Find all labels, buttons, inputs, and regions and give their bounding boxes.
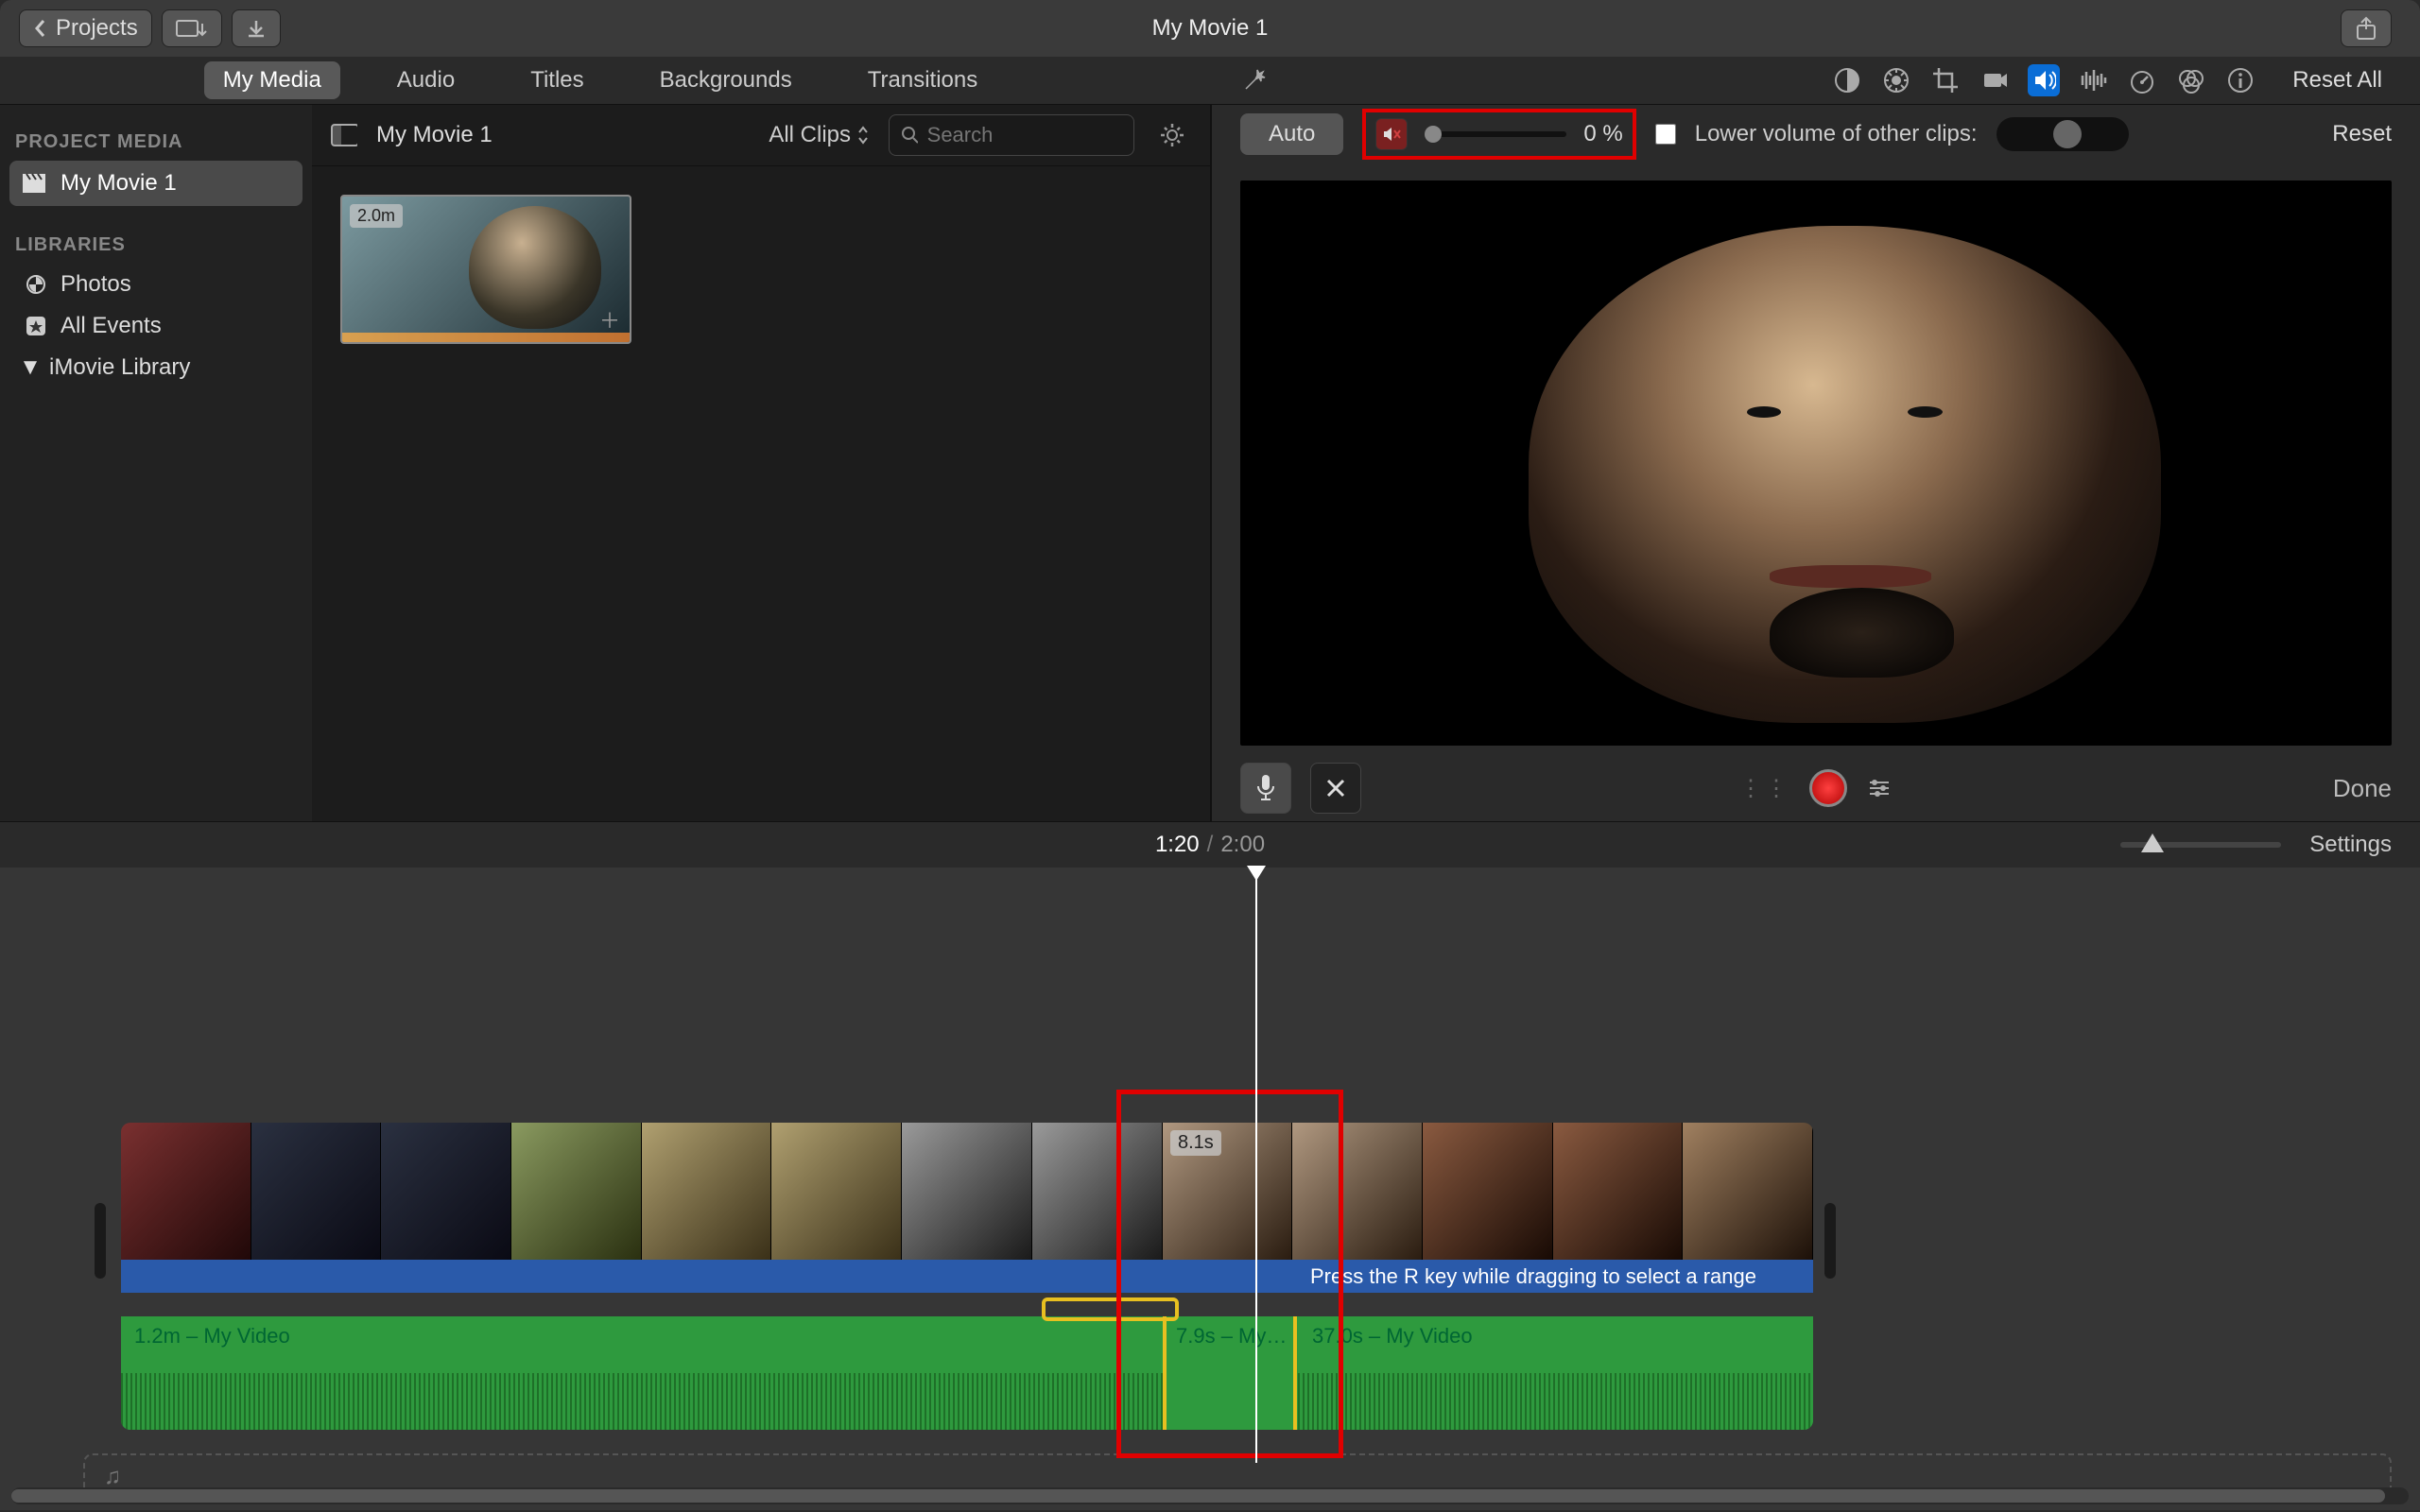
scrollbar-thumb[interactable] — [11, 1489, 2385, 1503]
all-events-label: All Events — [60, 313, 162, 339]
media-clip-thumbnail[interactable]: 2.0m ＋ — [340, 195, 631, 344]
noise-reduction-icon[interactable] — [2077, 64, 2109, 96]
library-photos[interactable]: Photos — [9, 264, 302, 305]
close-icon — [1324, 777, 1347, 799]
playhead-time: 1:20/2:00 — [1155, 832, 1265, 858]
annotation-highlight — [1116, 1090, 1343, 1458]
sidebar-toggle-icon[interactable] — [331, 122, 357, 148]
library-all-events[interactable]: All Events — [9, 305, 302, 347]
timeline[interactable]: 8.1s Press the R key while dragging to s… — [0, 868, 2420, 1510]
sidebar: PROJECT MEDIA My Movie 1 LIBRARIES Photo… — [0, 105, 312, 821]
voiceover-mic-button[interactable] — [1240, 763, 1291, 814]
search-input[interactable] — [889, 114, 1134, 156]
disclosure-triangle-icon: ▼ — [23, 354, 38, 381]
video-preview[interactable] — [1240, 180, 2392, 746]
library-imovie[interactable]: ▼ iMovie Library — [9, 347, 302, 388]
clip-filter-icon[interactable] — [2175, 64, 2207, 96]
updown-icon — [856, 125, 870, 146]
section-project-media: PROJECT MEDIA — [15, 131, 297, 153]
range-hint-text: Press the R key while dragging to select… — [1310, 1264, 1756, 1289]
imovie-library-label: iMovie Library — [49, 354, 190, 381]
search-icon — [901, 126, 918, 145]
volume-highlight: 0 % — [1362, 109, 1635, 160]
tab-titles[interactable]: Titles — [511, 61, 602, 99]
playhead[interactable] — [1255, 868, 1257, 1463]
stabilization-icon[interactable] — [1979, 64, 2011, 96]
clapper-icon — [21, 170, 47, 197]
timeline-settings-button[interactable]: Settings — [2309, 832, 2392, 858]
clip-handle-right[interactable] — [1824, 1203, 1836, 1279]
microphone-icon — [1253, 773, 1278, 803]
filter-label: All Clips — [769, 122, 851, 148]
mute-icon — [1381, 124, 1402, 145]
volume-percent: 0 % — [1583, 121, 1622, 147]
project-name: My Movie 1 — [60, 170, 177, 197]
horizontal-scrollbar[interactable] — [11, 1487, 2409, 1504]
section-libraries: LIBRARIES — [15, 234, 297, 256]
total-time: 2:00 — [1220, 832, 1265, 857]
media-browser: My Movie 1 All Clips 2.0m ＋ — [312, 105, 1210, 821]
info-icon[interactable] — [2224, 64, 2256, 96]
enhance-magic-icon[interactable] — [1238, 64, 1270, 96]
toggle-knob[interactable] — [2053, 120, 2082, 148]
audio-track[interactable]: 1.2m – My Video 7.9s – My… 37.0s – My Vi… — [121, 1316, 1813, 1430]
mute-button[interactable] — [1375, 118, 1408, 150]
voiceover-cancel-button[interactable] — [1310, 763, 1361, 814]
drag-handle-icon[interactable]: ⋮⋮ — [1739, 775, 1790, 802]
volume-icon[interactable] — [2028, 64, 2060, 96]
clips-filter-dropdown[interactable]: All Clips — [769, 122, 870, 148]
media-import-button[interactable] — [162, 9, 222, 47]
audio-waveform — [121, 1373, 1813, 1430]
add-clip-icon[interactable]: ＋ — [599, 304, 620, 335]
browser-settings-icon[interactable] — [1153, 116, 1191, 154]
import-download-button[interactable] — [232, 9, 281, 47]
auto-volume-button[interactable]: Auto — [1240, 113, 1343, 155]
title-track[interactable]: Press the R key while dragging to select… — [121, 1260, 1813, 1293]
projects-label: Projects — [56, 15, 138, 42]
zoom-knob[interactable] — [2141, 833, 2164, 852]
slider-knob[interactable] — [1425, 126, 1442, 143]
color-correction-icon[interactable] — [1880, 64, 1912, 96]
reset-volume-button[interactable]: Reset — [2332, 121, 2392, 147]
speed-icon[interactable] — [2126, 64, 2158, 96]
zoom-slider[interactable] — [2120, 842, 2281, 848]
video-track[interactable] — [121, 1123, 1813, 1260]
window-title: My Movie 1 — [1152, 15, 1269, 42]
volume-slider[interactable] — [1425, 131, 1566, 137]
search-field[interactable] — [927, 123, 1122, 147]
lower-volume-toggle[interactable] — [1996, 117, 2129, 151]
crop-icon[interactable] — [1929, 64, 1962, 96]
tab-transitions[interactable]: Transitions — [849, 61, 996, 99]
done-button[interactable]: Done — [2333, 774, 2392, 803]
audio-clip1-label: 1.2m – My Video — [121, 1316, 1813, 1356]
photos-label: Photos — [60, 271, 131, 298]
music-note-icon: ♫ — [104, 1464, 121, 1490]
star-icon — [23, 313, 49, 339]
lower-volume-checkbox[interactable] — [1655, 124, 1676, 145]
projects-back-button[interactable]: Projects — [19, 9, 152, 47]
record-button[interactable] — [1809, 769, 1847, 807]
browser-title: My Movie 1 — [376, 122, 493, 148]
current-time: 1:20 — [1155, 832, 1200, 857]
project-item[interactable]: My Movie 1 — [9, 161, 302, 206]
color-balance-icon[interactable] — [1831, 64, 1863, 96]
tab-audio[interactable]: Audio — [378, 61, 474, 99]
lower-volume-label: Lower volume of other clips: — [1695, 121, 1978, 147]
photos-icon — [23, 271, 49, 298]
voiceover-options-icon[interactable] — [1866, 777, 1893, 799]
clip-handle-left[interactable] — [95, 1203, 106, 1279]
reset-all-button[interactable]: Reset All — [2292, 67, 2382, 94]
tab-backgrounds[interactable]: Backgrounds — [641, 61, 811, 99]
share-button[interactable] — [2341, 9, 2392, 47]
clip-duration-badge: 2.0m — [350, 204, 403, 228]
tab-my-media[interactable]: My Media — [204, 61, 340, 99]
